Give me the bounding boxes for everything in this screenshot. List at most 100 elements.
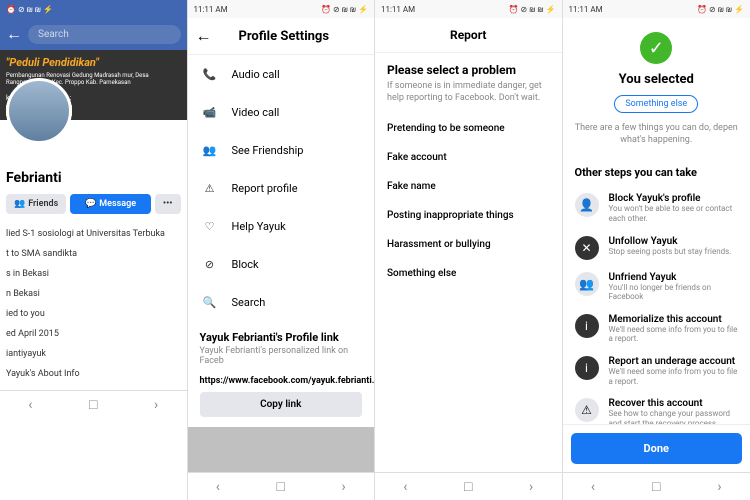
problem-item[interactable]: Something else xyxy=(387,259,550,288)
back-icon[interactable]: ← xyxy=(196,26,212,46)
problem-item[interactable]: Posting inappropriate things xyxy=(387,201,550,230)
nav-back-icon[interactable]: ‹ xyxy=(591,479,595,495)
header: ← Profile Settings xyxy=(188,18,375,55)
help-item[interactable]: ♡Help Yayuk xyxy=(188,207,375,245)
step-underage[interactable]: iReport an underage accountWe'll need so… xyxy=(575,350,739,392)
link-url: https://www.facebook.com/yayuk.febrianti… xyxy=(200,376,363,386)
info-item[interactable]: Yayuk's About Info xyxy=(6,364,181,384)
message-button[interactable]: 💬Message xyxy=(70,194,151,214)
nav-bar: ‹ □ › xyxy=(563,472,750,500)
problem-item[interactable]: Fake name xyxy=(387,172,550,201)
nav-bar: ‹ □ › xyxy=(188,472,375,500)
search-item[interactable]: 🔍Search xyxy=(188,283,375,321)
settings-list: 📞Audio call 📹Video call 👥See Friendship … xyxy=(188,55,375,321)
audio-call-item[interactable]: 📞Audio call xyxy=(188,55,375,93)
link-title: Yayuk Febrianti's Profile link xyxy=(200,331,363,344)
info-item[interactable]: t to SMA sandikta xyxy=(6,244,181,264)
see-friendship-item[interactable]: 👥See Friendship xyxy=(188,131,375,169)
status-time: 11:11 AM xyxy=(381,5,415,14)
nav-back-icon[interactable]: ‹ xyxy=(403,479,407,495)
step-unfollow[interactable]: ✕Unfollow YayukStop seeing posts but sta… xyxy=(575,230,739,266)
status-icons: ⏰ ⊘ ₪ ₪ ⚡ xyxy=(321,5,368,14)
screen-you-selected: 11:11 AM ⏰ ⊘ ₪ ₪ ⚡ ✓ You selected Someth… xyxy=(563,0,750,500)
status-bar: ⏰ ⊘ ₪ ₪ ⚡ xyxy=(0,0,187,18)
page-title: Report xyxy=(375,18,562,53)
video-icon: 📹 xyxy=(200,102,220,122)
status-icons: ⏰ ⊘ ₪ ₪ ⚡ xyxy=(697,5,744,14)
step-block[interactable]: 👤Block Yayuk's profileYou won't be able … xyxy=(575,187,739,229)
status-bar: 11:11 AM ⏰ ⊘ ₪ ₪ ⚡ xyxy=(188,0,375,18)
report-icon: ⚠ xyxy=(200,178,220,198)
info-item[interactable]: s in Bekasi xyxy=(6,264,181,284)
search-input[interactable] xyxy=(28,25,181,44)
phone-icon: 📞 xyxy=(200,64,220,84)
friends-icon: 👥 xyxy=(14,199,25,209)
step-memorialize[interactable]: iMemorialize this accountWe'll need some… xyxy=(575,308,739,350)
nav-recent-icon[interactable]: › xyxy=(342,479,346,495)
nav-bar: ‹ □ › xyxy=(0,390,187,418)
status-icons: ⏰ ⊘ ₪ ₪ ⚡ xyxy=(6,5,53,14)
search-bar: ← xyxy=(0,18,187,50)
profile-link-section: Yayuk Febrianti's Profile link Yayuk Feb… xyxy=(188,321,375,427)
screen-report: 11:11 AM ⏰ ⊘ ₪ ₪ ⚡ Report Please select … xyxy=(375,0,563,500)
nav-recent-icon[interactable]: › xyxy=(154,397,158,413)
block-item[interactable]: ⊘Block xyxy=(188,245,375,283)
success-check-icon: ✓ xyxy=(640,32,672,64)
nav-home-icon[interactable]: □ xyxy=(652,478,660,495)
unfriend-icon: 👥 xyxy=(575,272,599,296)
back-icon[interactable]: ← xyxy=(6,24,22,44)
done-button[interactable]: Done xyxy=(571,433,743,464)
nav-recent-icon[interactable]: › xyxy=(529,479,533,495)
warn-icon: ⚠ xyxy=(575,398,599,422)
nav-back-icon[interactable]: ‹ xyxy=(216,479,220,495)
problem-item[interactable]: Harassment or bullying xyxy=(387,230,550,259)
search-icon: 🔍 xyxy=(200,292,220,312)
nav-back-icon[interactable]: ‹ xyxy=(28,397,32,413)
selected-chip[interactable]: Something else xyxy=(614,95,698,113)
status-time: 11:11 AM xyxy=(194,5,228,14)
screen-profile: ⏰ ⊘ ₪ ₪ ⚡ ← "Peduli Pendidikan" Pembangu… xyxy=(0,0,188,500)
link-subtitle: Yayuk Febrianti's personalized link on F… xyxy=(200,346,363,366)
video-call-item[interactable]: 📹Video call xyxy=(188,93,375,131)
status-bar: 11:11 AM ⏰ ⊘ ₪ ₪ ⚡ xyxy=(563,0,750,18)
messenger-icon: 💬 xyxy=(85,199,96,209)
about-list: lied S-1 sosiologi at Universitas Terbuk… xyxy=(6,224,181,384)
report-profile-item[interactable]: ⚠Report profile xyxy=(188,169,375,207)
info-item[interactable]: n Bekasi xyxy=(6,284,181,304)
avatar[interactable] xyxy=(6,78,72,144)
report-description: If someone is in immediate danger, get h… xyxy=(387,81,550,104)
help-icon: ♡ xyxy=(200,216,220,236)
step-recover[interactable]: ⚠Recover this accountSee how to change y… xyxy=(575,392,739,424)
status-bar: 11:11 AM ⏰ ⊘ ₪ ₪ ⚡ xyxy=(375,0,562,18)
info-icon: i xyxy=(575,356,599,380)
nav-home-icon[interactable]: □ xyxy=(277,478,285,495)
more-button[interactable]: ••• xyxy=(155,194,181,214)
info-item[interactable]: ied to you xyxy=(6,304,181,324)
block-icon: 👤 xyxy=(575,193,599,217)
nav-home-icon[interactable]: □ xyxy=(464,478,472,495)
block-icon: ⊘ xyxy=(200,254,220,274)
profile-name: Febrianti xyxy=(6,170,181,186)
selected-title: You selected xyxy=(619,72,694,87)
problem-item[interactable]: Fake account xyxy=(387,143,550,172)
friends-button[interactable]: 👥Friends xyxy=(6,194,66,214)
selected-description: There are a few things you can do, depen… xyxy=(573,123,741,146)
info-icon: i xyxy=(575,314,599,338)
problem-item[interactable]: Pretending to be someone xyxy=(387,114,550,143)
empty-area xyxy=(188,427,375,472)
info-item[interactable]: ed April 2015 xyxy=(6,324,181,344)
screen-profile-settings: 11:11 AM ⏰ ⊘ ₪ ₪ ⚡ ← Profile Settings 📞A… xyxy=(188,0,376,500)
report-heading: Please select a problem xyxy=(387,63,550,77)
cover-title: "Peduli Pendidikan" xyxy=(6,56,99,69)
nav-bar: ‹ □ › xyxy=(375,472,562,500)
nav-recent-icon[interactable]: › xyxy=(717,479,721,495)
info-item[interactable]: lied S-1 sosiologi at Universitas Terbuk… xyxy=(6,224,181,244)
nav-home-icon[interactable]: □ xyxy=(89,396,97,413)
page-title: Profile Settings xyxy=(222,29,347,44)
friends-icon: 👥 xyxy=(200,140,220,160)
step-unfriend[interactable]: 👥Unfriend YayukYou'll no longer be frien… xyxy=(575,266,739,308)
info-item[interactable]: iantiyayuk xyxy=(6,344,181,364)
copy-link-button[interactable]: Copy link xyxy=(200,392,363,417)
steps-title: Other steps you can take xyxy=(575,166,739,179)
unfollow-icon: ✕ xyxy=(575,236,599,260)
